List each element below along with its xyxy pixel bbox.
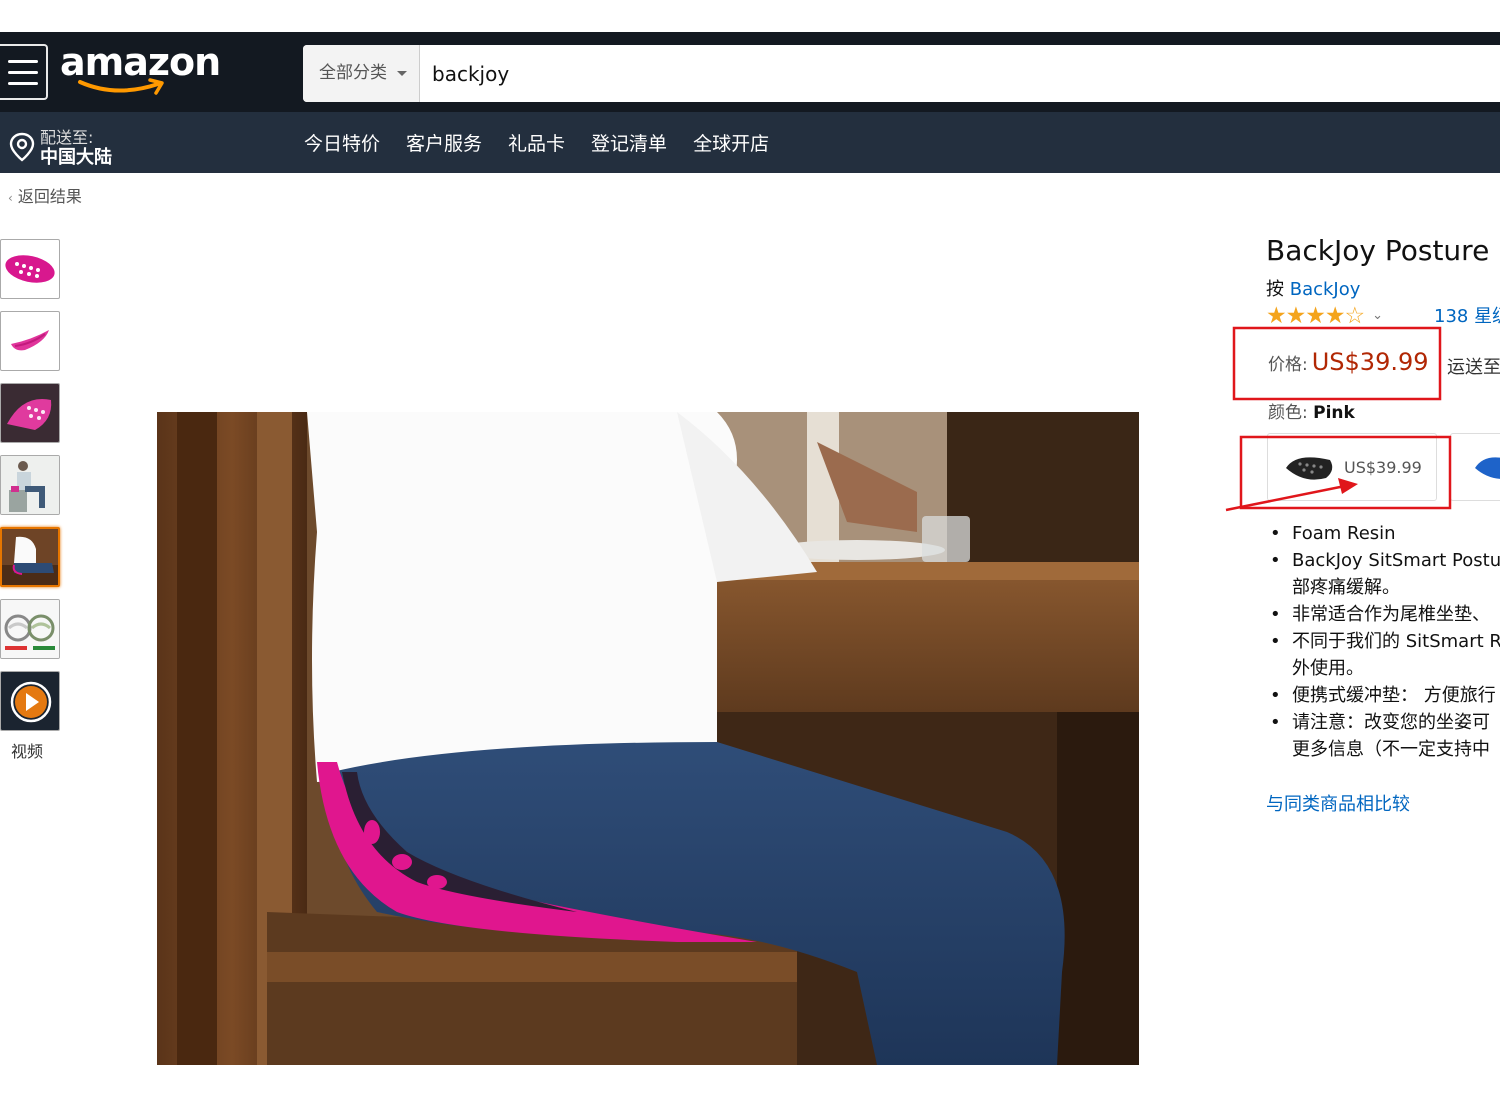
thumbnail-3[interactable]	[0, 383, 60, 443]
search-bar: 全部分类	[303, 45, 1500, 102]
bullet-continuation: 部疼痛缓解。	[1292, 577, 1400, 598]
price-value: US$39.99	[1311, 348, 1429, 376]
brand-byline: 按 BackJoy	[1266, 275, 1360, 301]
thumbnail-6[interactable]	[0, 599, 60, 659]
blue-cushion-icon	[1475, 457, 1500, 479]
feature-bullets: Foam Resin BackJoy SitSmart Postur 部疼痛缓解…	[1270, 520, 1500, 763]
smile-arrow-icon	[78, 78, 164, 95]
nav-link-gift-cards[interactable]: 礼品卡	[508, 129, 565, 156]
by-prefix: 按	[1266, 279, 1284, 300]
thumbnail-5[interactable]	[0, 527, 60, 587]
sub-navbar: 配送至: 中国大陆 今日特价 客户服务 礼品卡 登记清单 全球开店	[0, 112, 1500, 173]
thumbnail-video[interactable]	[0, 671, 60, 731]
chevron-down-icon: ⌄	[1372, 308, 1384, 323]
color-swatch-blue[interactable]	[1450, 433, 1500, 501]
bullet-item: 便携式缓冲垫： 方便旅行	[1270, 682, 1500, 709]
thumbnail-strip	[0, 239, 62, 743]
bullet-item: BackJoy SitSmart Postur	[1270, 547, 1500, 574]
back-to-results-link[interactable]: ‹ 返回结果	[8, 183, 82, 207]
star-icons: ★★★★☆	[1266, 303, 1365, 329]
bullet-item: 请注意：改变您的坐姿可	[1270, 709, 1500, 736]
product-title: BackJoy Posture	[1266, 234, 1490, 267]
color-row: 颜色: Pink	[1268, 398, 1355, 423]
nav-links: 今日特价 客户服务 礼品卡 登记清单 全球开店	[304, 112, 795, 173]
thumbnail-1[interactable]	[0, 239, 60, 299]
deliver-location: 中国大陆	[40, 147, 112, 168]
price-label: 价格:	[1268, 355, 1308, 375]
thumbnail-4[interactable]	[0, 455, 60, 515]
location-pin-icon	[9, 132, 35, 162]
top-navbar: amazon 全部分类	[0, 32, 1500, 112]
bullet-continuation: 更多信息（不一定支持中	[1292, 739, 1490, 760]
hamburger-menu-icon[interactable]	[0, 44, 48, 100]
nav-link-registry[interactable]: 登记清单	[591, 129, 667, 156]
color-label: 颜色:	[1268, 403, 1308, 423]
bullet-item: 非常适合作为尾椎坐垫、	[1270, 601, 1500, 628]
color-value: Pink	[1313, 403, 1355, 423]
shipping-text: 运送至	[1447, 357, 1500, 378]
deliver-to[interactable]: 配送至: 中国大陆	[6, 120, 266, 168]
video-label: 视频	[11, 742, 44, 761]
bullet-item: 不同于我们的 SitSmart R	[1270, 628, 1500, 655]
main-product-image[interactable]	[157, 412, 1139, 1065]
nav-link-deals[interactable]: 今日特价	[304, 129, 380, 156]
nav-link-sell[interactable]: 全球开店	[693, 129, 769, 156]
search-category-label: 全部分类	[319, 63, 387, 83]
bullet-continuation: 外使用。	[1292, 658, 1364, 679]
caret-down-icon	[397, 71, 407, 76]
amazon-logo[interactable]: amazon	[58, 40, 221, 98]
product-page: amazon 全部分类 配送至: 中国大陆 今日特价 客户服务	[0, 0, 1500, 1117]
search-input[interactable]	[420, 45, 1500, 102]
chevron-left-icon: ‹	[8, 191, 13, 205]
search-category-dropdown[interactable]: 全部分类	[303, 45, 420, 102]
color-swatch-black[interactable]: US$39.99	[1267, 433, 1437, 501]
nav-link-customer-service[interactable]: 客户服务	[406, 129, 482, 156]
rating-count-link[interactable]: 138 星级	[1434, 302, 1500, 328]
black-cushion-icon	[1286, 457, 1333, 480]
bullet-item: Foam Resin	[1270, 520, 1500, 547]
compare-link[interactable]: 与同类商品相比较	[1266, 790, 1410, 816]
swatch-price: US$39.99	[1344, 458, 1422, 477]
brand-link[interactable]: BackJoy	[1290, 279, 1361, 300]
thumbnail-2[interactable]	[0, 311, 60, 371]
back-label: 返回结果	[17, 187, 82, 206]
price-row: 价格: US$39.99	[1268, 348, 1429, 376]
product-photo	[157, 412, 1139, 1065]
star-rating[interactable]: ★★★★☆ ⌄	[1266, 303, 1383, 329]
